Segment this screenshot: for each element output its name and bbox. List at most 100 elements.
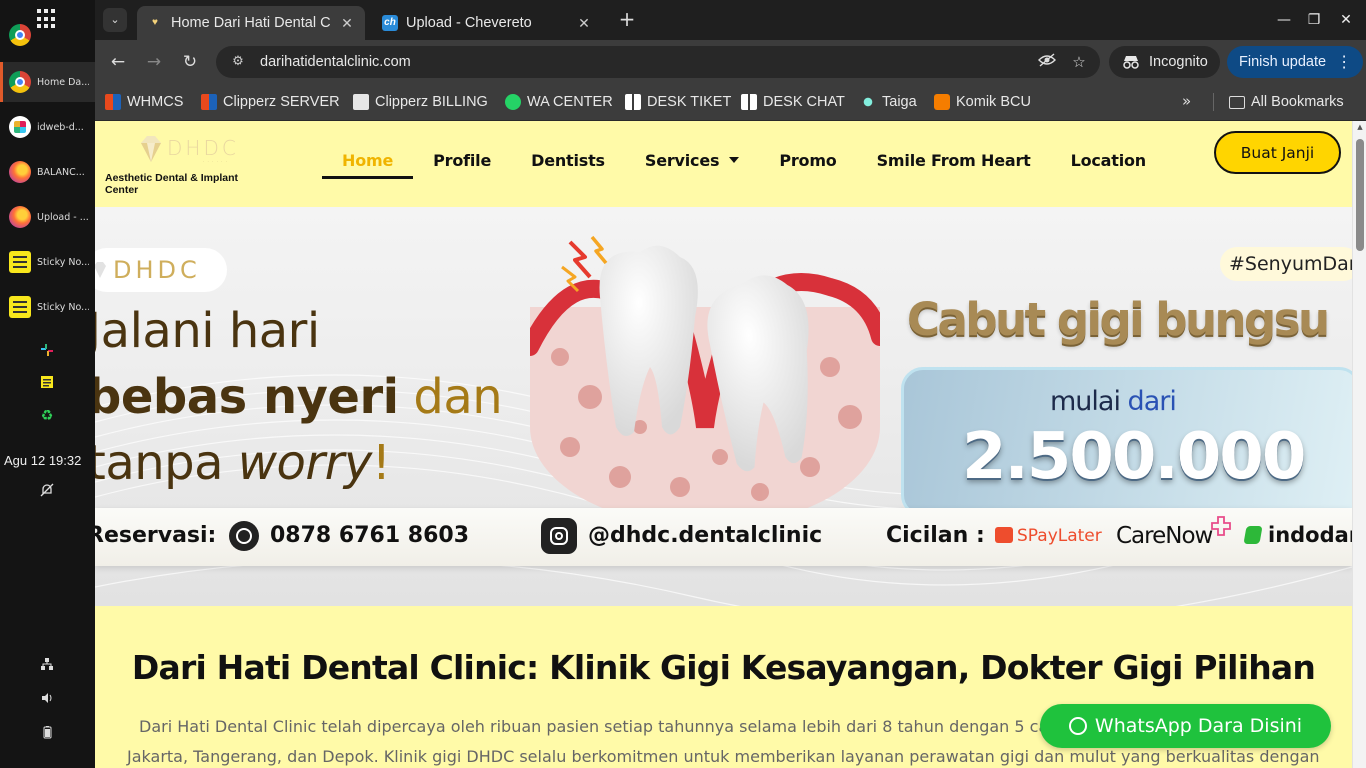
instagram-icon (541, 518, 577, 554)
dock-item-label: Sticky No... (37, 301, 89, 313)
promo-title: Cabut gigi bungsu (907, 293, 1330, 346)
bookmark-label: All Bookmarks (1251, 94, 1344, 110)
dock-item-sticky-notes-2[interactable]: Sticky No... (0, 287, 95, 327)
bookmark-label: Komik BCU (956, 94, 1031, 110)
chevereto-icon: ch (382, 15, 398, 31)
hero-banner[interactable]: DHDC Jalani hari bebas nyeri dan tanpa w… (95, 207, 1352, 606)
tab-search-button[interactable]: ⌄ (103, 8, 127, 32)
bookmark-clipperz-server[interactable]: Clipperz SERVER (201, 92, 340, 112)
nav-dentists[interactable]: Dentists (511, 143, 625, 177)
bookmark-komik-bcu[interactable]: Komik BCU (934, 92, 1031, 112)
caret-down-icon (729, 157, 740, 163)
forward-arrow-icon[interactable]: → (142, 50, 166, 74)
bookmark-whmcs[interactable]: WHMCS (105, 92, 183, 112)
volume-icon[interactable] (38, 691, 56, 709)
url-text[interactable]: darihatidentalclinic.com (260, 54, 1036, 70)
tab-home-dari-hati[interactable]: ♥ Home Dari Hati Dental C ✕ (137, 6, 365, 40)
address-bar[interactable]: ⚙ darihatidentalclinic.com ☆ (216, 46, 1100, 78)
hero-line-3: tanpa worry! (95, 435, 391, 491)
dock-item-slack[interactable]: idweb-d... (0, 107, 95, 147)
finish-update-button[interactable]: Finish update ⋮ (1227, 46, 1363, 78)
star-icon[interactable]: ☆ (1068, 51, 1090, 73)
folder-icon (1229, 95, 1245, 109)
system-clock[interactable]: Agu 12 19:32 (4, 453, 81, 468)
main-nav: Home Profile Dentists Services Promo Smi… (322, 143, 1166, 179)
slack-tray-icon[interactable] (38, 343, 56, 361)
close-tab-icon[interactable]: ✕ (576, 15, 592, 32)
reload-icon[interactable]: ↻ (178, 50, 202, 74)
tab-bar: ⌄ ♥ Home Dari Hati Dental C ✕ ch Upload … (95, 0, 1366, 40)
nav-home[interactable]: Home (322, 143, 414, 179)
about-paragraph-line-1: Dari Hati Dental Clinic telah dipercaya … (139, 717, 1109, 736)
site-logo[interactable]: DHDC · · · · · · (139, 133, 249, 167)
chevron-right-icon[interactable]: » (1182, 92, 1191, 110)
buat-janji-button[interactable]: Buat Janji (1214, 131, 1341, 174)
phone-number: 0878 6761 8603 (270, 523, 470, 548)
price-amount: 2.500.000 (962, 420, 1306, 494)
about-heading: Dari Hati Dental Clinic: Klinik Gigi Kes… (131, 648, 1316, 687)
bookmark-label: WHMCS (127, 94, 184, 110)
bookmarks-divider (1213, 93, 1214, 111)
back-arrow-icon[interactable]: ← (106, 50, 130, 74)
recycle-icon[interactable]: ♻ (38, 407, 56, 425)
page-scrollbar[interactable]: ▲ (1352, 121, 1366, 768)
bookmark-clipperz-billing[interactable]: Clipperz BILLING (353, 92, 488, 112)
clipperz-icon (201, 94, 217, 110)
price-box: mulai dari 2.500.000 (901, 367, 1352, 517)
all-bookmarks-button[interactable]: All Bookmarks (1229, 92, 1344, 112)
network-icon[interactable] (38, 657, 56, 675)
logo-text: DHDC (167, 136, 239, 160)
whatsapp-button-label: WhatsApp Dara Disini (1094, 715, 1303, 737)
instagram-handle: @dhdc.dentalclinic (588, 523, 823, 548)
close-window-icon[interactable]: ✕ (1334, 8, 1358, 32)
site-tagline: Aesthetic Dental & Implant Center (105, 172, 239, 196)
sticky-notes-icon (9, 296, 31, 318)
whatsapp-icon (505, 94, 521, 110)
indodana-logo: indodana (1268, 523, 1352, 547)
dock-item-chrome[interactable]: Home Da... (0, 62, 95, 102)
whmcs-icon (105, 94, 121, 110)
sticky-notes-tray-icon[interactable] (38, 375, 56, 393)
sticky-notes-icon (9, 251, 31, 273)
incognito-indicator[interactable]: Incognito (1109, 46, 1220, 78)
more-vert-icon[interactable]: ⋮ (1336, 52, 1352, 72)
nav-services[interactable]: Services (625, 143, 759, 177)
bookmark-wa-center[interactable]: WA CENTER (505, 92, 613, 112)
installment-label: Cicilan : (886, 523, 985, 548)
new-tab-button[interactable]: + (615, 8, 639, 32)
minimize-icon[interactable]: — (1272, 8, 1296, 32)
nav-promo[interactable]: Promo (759, 143, 856, 177)
close-tab-icon[interactable]: ✕ (339, 15, 355, 32)
desk-icon (625, 94, 641, 110)
chrome-icon (9, 71, 31, 93)
eye-slash-icon[interactable] (1036, 51, 1058, 73)
dock-item-partial[interactable] (0, 22, 95, 48)
firefox-icon (9, 161, 31, 183)
scrollbar-thumb[interactable] (1356, 139, 1364, 251)
tab-upload-chevereto[interactable]: ch Upload - Chevereto ✕ (372, 6, 602, 40)
nav-smile-from-heart[interactable]: Smile From Heart (857, 143, 1051, 177)
battery-icon[interactable] (38, 725, 56, 743)
site-info-icon[interactable]: ⚙ (228, 52, 248, 72)
browser-window: ⌄ ♥ Home Dari Hati Dental C ✕ ch Upload … (95, 0, 1366, 768)
whatsapp-icon (1068, 717, 1087, 735)
dock-item-firefox-upload[interactable]: Upload - ... (0, 197, 95, 237)
bookmark-desk-tiket[interactable]: DESK TIKET (625, 92, 731, 112)
reservation-label: Reservasi: (95, 523, 217, 548)
bookmark-label: WA CENTER (527, 94, 613, 110)
whatsapp-icon (229, 521, 259, 551)
dock-item-sticky-notes-1[interactable]: Sticky No... (0, 242, 95, 282)
whatsapp-float-button[interactable]: WhatsApp Dara Disini (1040, 704, 1331, 748)
scroll-up-icon[interactable]: ▲ (1355, 123, 1365, 133)
bookmark-taiga[interactable]: Taiga (860, 92, 917, 112)
maximize-icon[interactable]: ❐ (1302, 8, 1326, 32)
nav-location[interactable]: Location (1051, 143, 1166, 177)
bookmark-label: Clipperz SERVER (223, 94, 340, 110)
finish-update-label: Finish update (1239, 54, 1327, 70)
os-dock: Home Da... idweb-d... BALANC... Upload -… (0, 0, 95, 768)
dock-item-firefox-balance[interactable]: BALANC... (0, 152, 95, 192)
dock-item-label: Home Da... (37, 76, 89, 88)
bookmark-desk-chat[interactable]: DESK CHAT (741, 92, 845, 112)
nav-profile[interactable]: Profile (413, 143, 511, 177)
notifications-off-icon[interactable] (38, 483, 56, 501)
